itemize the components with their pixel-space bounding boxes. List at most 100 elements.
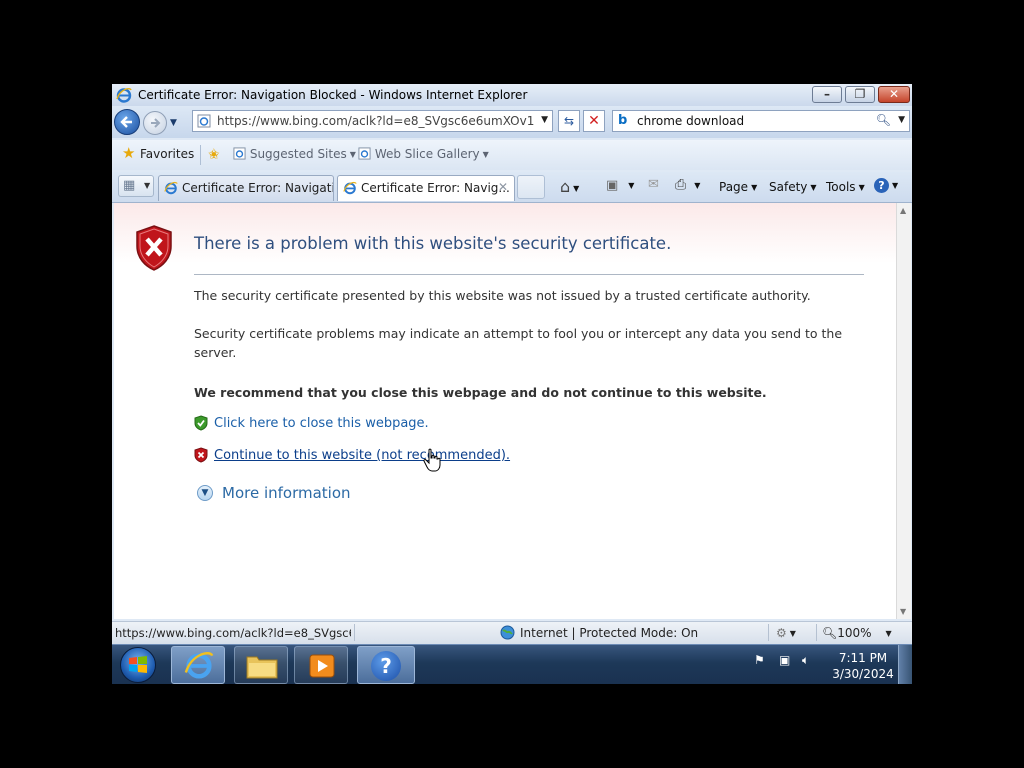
page-menu-label: Page [719, 180, 749, 194]
globe-icon [500, 625, 515, 643]
maximize-button[interactable]: ❐ [845, 86, 875, 103]
taskbar-ie-button[interactable] [171, 646, 225, 684]
clock-date: 3/30/2024 [832, 667, 894, 681]
web-slice-gallery-button[interactable]: Web Slice Gallery ▼ [358, 147, 489, 161]
folder-icon [246, 656, 278, 679]
page-menu[interactable]: Page ▼ [719, 180, 757, 194]
action-center-flag-icon[interactable]: ⚑ [754, 653, 765, 667]
minimize-button[interactable]: – [812, 86, 842, 103]
media-player-icon [309, 654, 335, 678]
back-arrow-icon [120, 116, 132, 128]
hand-cursor-icon [423, 448, 441, 472]
scroll-up-icon[interactable]: ▲ [900, 206, 906, 215]
tab-1[interactable]: Certificate Error: Navigatio... [158, 175, 334, 201]
page-icon [197, 114, 211, 128]
suggested-sites-label: Suggested Sites [249, 147, 347, 161]
forward-button[interactable] [143, 111, 167, 135]
popup-blocker-icon[interactable]: ⚙ ▼ [776, 626, 796, 640]
ie-page-icon [233, 147, 246, 160]
help-icon: ? [874, 178, 889, 193]
settings-icon: ⚙ [776, 626, 787, 640]
read-mail-button[interactable]: ✉ [648, 177, 659, 192]
tools-menu[interactable]: Tools ▼ [826, 180, 865, 194]
favorites-label: Favorites [140, 147, 195, 161]
safety-menu[interactable]: Safety ▼ [769, 180, 817, 194]
search-input[interactable]: chrome download [637, 114, 744, 128]
taskbar-explorer-button[interactable] [234, 646, 288, 684]
safety-menu-label: Safety [769, 180, 808, 194]
address-dropdown-icon[interactable]: ▼ [541, 115, 548, 125]
zoom-level: 100% [837, 626, 872, 640]
chevron-down-icon: ▼ [789, 629, 796, 638]
tab-label: Certificate Error: Navig... [361, 181, 510, 195]
chevron-down-icon: ▼ [144, 181, 151, 190]
ie-logo-icon [164, 181, 178, 195]
tab-row: ▦ ▼ Certificate Error: Navigatio... Cert… [112, 172, 912, 203]
close-window-button[interactable]: ✕ [878, 86, 910, 103]
volume-icon[interactable]: 🔈︎ [802, 653, 809, 668]
title-bar: Certificate Error: Navigation Blocked - … [112, 84, 912, 107]
close-webpage-link[interactable]: Click here to close this webpage. [214, 416, 429, 431]
web-slice-label: Web Slice Gallery [374, 147, 480, 161]
separator [354, 624, 355, 641]
separator [816, 624, 817, 641]
system-clock[interactable]: 7:11 PM 3/30/2024 [828, 650, 898, 682]
add-favorite-icon: ✬ [208, 147, 220, 163]
chevron-down-icon: ▼ [858, 183, 865, 192]
chevron-down-icon: ▼ [892, 181, 899, 190]
taskbar-media-player-button[interactable] [294, 646, 348, 684]
vertical-scrollbar[interactable]: ▲ ▼ [896, 203, 911, 619]
stop-icon: ✕ [588, 113, 600, 129]
favorites-button[interactable]: ★ Favorites [122, 144, 195, 162]
refresh-icon: ⇆ [563, 114, 575, 128]
ie-logo-icon [343, 181, 357, 195]
refresh-button[interactable]: ⇆ [558, 110, 580, 132]
start-button[interactable] [120, 647, 156, 683]
security-zone-text[interactable]: Internet | Protected Mode: On [520, 626, 698, 640]
recommendation-text: We recommend that you close this webpage… [194, 385, 767, 400]
ie-window: Certificate Error: Navigation Blocked - … [112, 84, 912, 684]
search-icon[interactable]: 🔍︎ [876, 113, 891, 127]
tab-2-active[interactable]: Certificate Error: Navig... ✕ [337, 175, 515, 201]
zoom-icon: 🔍︎ [822, 626, 838, 640]
address-bar[interactable]: https://www.bing.com/aclk?ld=e8_SVgsc6e6… [192, 110, 553, 132]
network-icon[interactable]: ▣ [779, 653, 790, 667]
quick-tabs-button[interactable]: ▦ ▼ [118, 175, 154, 197]
red-shield-x-icon [194, 447, 208, 463]
show-desktop-button[interactable] [898, 645, 912, 684]
taskbar-help-button[interactable]: ? [357, 646, 415, 684]
separator [200, 145, 201, 165]
address-url[interactable]: https://www.bing.com/aclk?ld=e8_SVgsc6e6… [217, 114, 535, 128]
continue-to-website-link[interactable]: Continue to this website (not recommende… [214, 448, 510, 463]
cert-warning-text: Security certificate problems may indica… [194, 326, 843, 360]
more-information-link[interactable]: More information [222, 484, 351, 502]
help-button[interactable]: ? ▼ [874, 178, 898, 193]
printer-icon: ⎙ [675, 177, 687, 193]
home-button[interactable]: ⌂ ▼ [560, 177, 579, 196]
chevron-down-icon: ▼ [694, 181, 701, 190]
print-button[interactable]: ⎙ ▼ [675, 177, 700, 193]
rss-feed-icon: ▣ [606, 178, 619, 193]
page-content: There is a problem with this website's s… [114, 203, 896, 619]
zoom-control[interactable]: 🔍︎100% ▼ [822, 626, 892, 640]
add-to-favorites-button[interactable]: ✬ [208, 147, 220, 163]
feeds-button[interactable]: ▣ ▼ [606, 178, 634, 193]
suggested-sites-button[interactable]: Suggested Sites ▼ [233, 147, 356, 161]
grid-icon: ▦ [123, 178, 136, 193]
scroll-down-icon[interactable]: ▼ [900, 607, 906, 616]
bing-logo-icon: b [618, 113, 628, 128]
search-options-dropdown-icon[interactable]: ▼ [898, 115, 905, 125]
back-button[interactable] [114, 109, 140, 135]
home-icon: ⌂ [560, 177, 571, 196]
recent-pages-dropdown-icon[interactable]: ▼ [170, 118, 177, 128]
stop-button[interactable]: ✕ [583, 110, 605, 132]
new-tab-button[interactable] [517, 175, 545, 199]
green-shield-check-icon [194, 415, 208, 431]
search-box[interactable]: b chrome download 🔍︎ ▼ [612, 110, 910, 132]
separator [768, 624, 769, 641]
close-tab-icon[interactable]: ✕ [498, 180, 508, 194]
chevron-down-icon: ▼ [482, 150, 489, 159]
page-heading: There is a problem with this website's s… [194, 234, 672, 253]
expand-chevron-icon[interactable]: ▼ [197, 485, 213, 501]
window-title: Certificate Error: Navigation Blocked - … [138, 88, 528, 102]
